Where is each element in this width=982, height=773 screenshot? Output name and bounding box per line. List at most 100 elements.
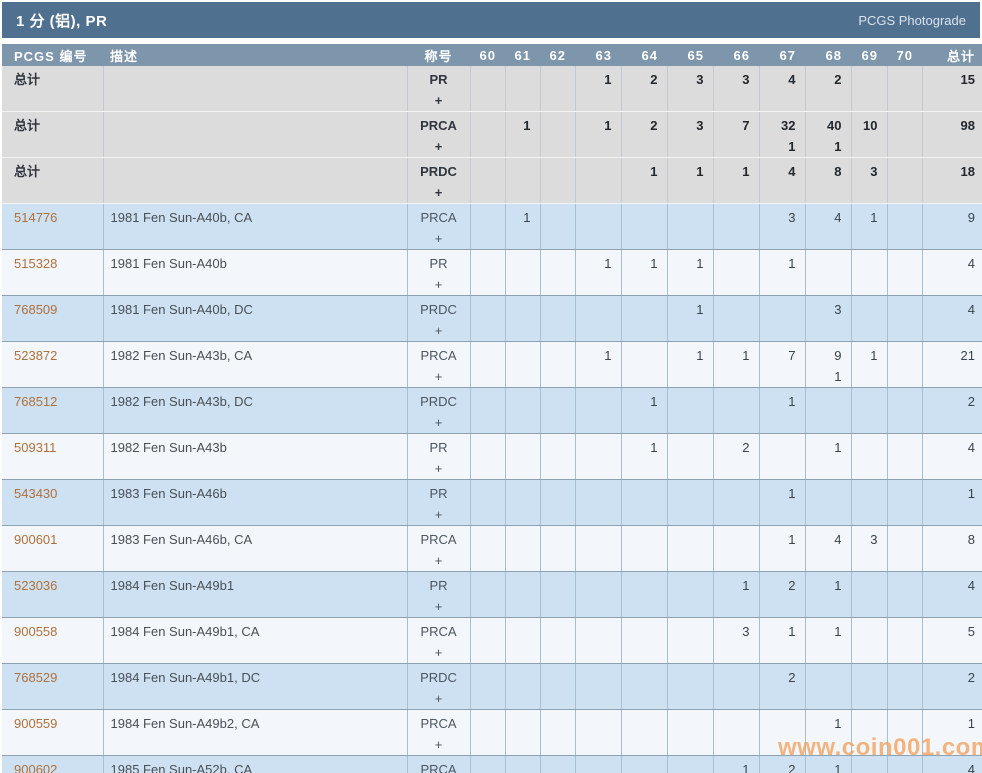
col-header-64: 64 <box>621 44 667 66</box>
row-total-cell: 4 <box>922 434 982 480</box>
plus-count <box>622 642 667 663</box>
coin-description: 1984 Fen Sun-A49b1, CA <box>103 618 407 664</box>
coin-description: 1982 Fen Sun-A43b <box>103 434 407 480</box>
plus-count <box>888 596 922 617</box>
designation-cell: PR+ <box>407 66 470 112</box>
grade-70-cell <box>887 526 922 572</box>
grade-70-cell <box>887 204 922 250</box>
grade-count <box>506 713 540 734</box>
plus-count <box>622 90 667 111</box>
plus-count <box>506 320 540 341</box>
grade-68-cell: 401 <box>805 112 851 158</box>
grade-count <box>852 253 887 274</box>
plus-count <box>852 182 887 203</box>
grade-count: 7 <box>714 115 759 136</box>
pcgs-number-link[interactable]: 900559 <box>14 716 57 731</box>
grade-69-cell: 3 <box>851 526 887 572</box>
pcgs-number-link[interactable]: 523872 <box>14 348 57 363</box>
pcgs-number-link[interactable]: 900558 <box>14 624 57 639</box>
plus-count <box>852 274 887 295</box>
population-table-body: 总计PR+12334215总计PRCA+112373214011098总计PRD… <box>2 66 982 773</box>
grade-count <box>471 391 505 412</box>
pcgs-number-link[interactable]: 900601 <box>14 532 57 547</box>
grade-count <box>888 529 922 550</box>
grade-65-cell <box>667 572 713 618</box>
table-row: 总计PRDC+11148318 <box>2 158 982 204</box>
grade-62-cell <box>540 480 575 526</box>
grade-count <box>622 621 667 642</box>
designation-cell: PRCA+ <box>407 618 470 664</box>
designation-label: PR <box>408 575 470 596</box>
table-row: 7685091981 Fen Sun-A40b, DCPRDC+134 <box>2 296 982 342</box>
plus-count <box>888 366 922 387</box>
designation-label: PR <box>408 483 470 504</box>
grade-count <box>888 759 922 773</box>
grade-count <box>506 345 540 366</box>
pcgs-number-link[interactable]: 523036 <box>14 578 57 593</box>
pcgs-number-link[interactable]: 509311 <box>14 440 56 455</box>
designation-cell: PRCA+ <box>407 112 470 158</box>
row-total-value: 4 <box>923 575 982 596</box>
plus-count <box>506 688 540 709</box>
pcgs-number-link[interactable]: 515328 <box>14 256 57 271</box>
grade-62-cell <box>540 434 575 480</box>
row-total-value: 4 <box>923 437 982 458</box>
grade-66-cell: 7 <box>713 112 759 158</box>
pcgs-number-link[interactable]: 514776 <box>14 210 57 225</box>
grade-count <box>471 713 505 734</box>
grade-60-cell <box>470 158 505 204</box>
grade-64-cell <box>621 572 667 618</box>
grade-count: 2 <box>806 69 851 90</box>
plus-designation-label: + <box>408 504 470 525</box>
grade-61-cell <box>505 526 540 572</box>
grade-61-cell <box>505 710 540 756</box>
plus-count <box>541 458 575 479</box>
grade-count <box>541 483 575 504</box>
grade-count <box>541 161 575 182</box>
pcgs-number-link[interactable]: 768512 <box>14 394 57 409</box>
row-total-cell: 2 <box>922 664 982 710</box>
plus-count <box>760 182 805 203</box>
coin-description <box>103 112 407 158</box>
pcgs-number-link[interactable]: 543430 <box>14 486 57 501</box>
grade-count <box>888 667 922 688</box>
plus-count <box>471 274 505 295</box>
pcgs-number-link[interactable]: 768529 <box>14 670 57 685</box>
grade-count <box>852 437 887 458</box>
plus-count <box>852 688 887 709</box>
pcgs-number-link[interactable]: 900602 <box>14 762 57 773</box>
pcgs-number-link[interactable]: 768509 <box>14 302 57 317</box>
plus-count <box>852 412 887 433</box>
col-header-designation: 称号 <box>407 44 470 66</box>
pcgs-photograde-link[interactable]: PCGS Photograde <box>858 13 966 28</box>
plus-count <box>471 596 505 617</box>
grade-count <box>471 161 505 182</box>
grade-count <box>576 529 621 550</box>
grade-67-cell: 2 <box>759 664 805 710</box>
grade-count <box>888 69 922 90</box>
grade-count <box>541 529 575 550</box>
pcgs-number-cell: 543430 <box>2 480 103 526</box>
grade-count: 9 <box>806 345 851 366</box>
grade-61-cell: 1 <box>505 204 540 250</box>
grade-count <box>714 667 759 688</box>
plus-count <box>622 688 667 709</box>
plus-count <box>852 90 887 111</box>
grade-count <box>852 391 887 412</box>
plus-count <box>471 550 505 571</box>
grade-count: 3 <box>714 69 759 90</box>
grade-count: 1 <box>806 575 851 596</box>
plus-count <box>541 90 575 111</box>
plus-count <box>576 550 621 571</box>
coin-description: 1981 Fen Sun-A40b, DC <box>103 296 407 342</box>
grade-69-cell <box>851 572 887 618</box>
grade-65-cell: 3 <box>667 112 713 158</box>
plus-count <box>576 734 621 755</box>
grade-66-cell <box>713 664 759 710</box>
plus-count <box>471 412 505 433</box>
plus-count <box>622 182 667 203</box>
grade-67-cell: 7 <box>759 342 805 388</box>
grade-60-cell <box>470 388 505 434</box>
plus-count <box>668 734 713 755</box>
grade-count <box>714 483 759 504</box>
